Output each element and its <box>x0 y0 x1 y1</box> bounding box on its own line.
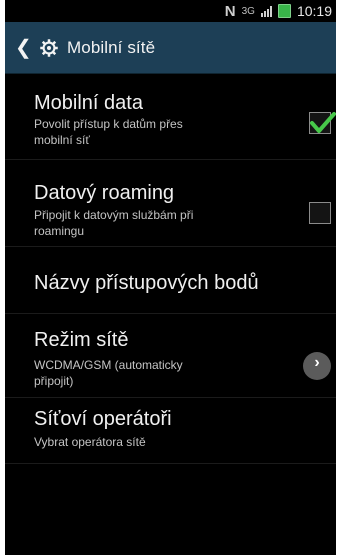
setting-network-mode[interactable]: Režim sítě WCDMA/GSM (automaticky připoj… <box>5 314 336 398</box>
setting-subtitle: Připojit k datovým službám při <box>34 208 194 222</box>
signal-icon <box>260 5 272 17</box>
phone-screen: N 3G 10:19 ❮ Mobilní sítě Mobilní data P… <box>5 0 336 555</box>
setting-subtitle: WCDMA/GSM (automaticky <box>34 358 183 372</box>
setting-title: Síťoví operátoři <box>34 408 172 430</box>
setting-subtitle: roamingu <box>34 224 85 238</box>
page-title: Mobilní sítě <box>67 37 156 57</box>
setting-network-operators[interactable]: Síťoví operátoři Vybrat operátora sítě <box>5 398 336 464</box>
setting-subtitle: Vybrat operátora sítě <box>34 435 146 449</box>
action-bar: ❮ Mobilní sítě <box>5 22 336 74</box>
battery-icon <box>277 4 291 18</box>
setting-title: Názvy přístupových bodů <box>34 272 259 294</box>
mobile-data-checkbox[interactable] <box>309 112 336 134</box>
status-icons: N 3G 10:19 <box>225 2 332 20</box>
checkmark-icon <box>310 112 336 133</box>
setting-subtitle: Povolit přístup k datům přes <box>34 117 183 131</box>
gear-icon[interactable] <box>39 38 59 58</box>
setting-mobile-data[interactable]: Mobilní data Povolit přístup k datům pře… <box>5 74 336 160</box>
status-time: 10:19 <box>296 3 332 19</box>
data-indicator: 3G <box>241 5 255 17</box>
settings-list: Mobilní data Povolit přístup k datům pře… <box>5 74 336 555</box>
setting-title: Mobilní data <box>34 92 143 114</box>
setting-title: Datový roaming <box>34 182 175 204</box>
n-icon: N <box>224 2 236 20</box>
data-roaming-checkbox[interactable] <box>309 202 331 224</box>
setting-data-roaming[interactable]: Datový roaming Připojit k datovým službá… <box>5 160 336 247</box>
status-bar: N 3G 10:19 <box>5 0 336 22</box>
setting-access-point-names[interactable]: Názvy přístupových bodů <box>5 247 336 314</box>
setting-subtitle: připojit) <box>34 374 74 388</box>
back-icon[interactable]: ❮ <box>15 38 33 58</box>
chevron-right-icon[interactable]: › <box>303 352 331 380</box>
setting-title: Režim sítě <box>34 329 129 351</box>
setting-subtitle: mobilní síť <box>34 133 90 147</box>
